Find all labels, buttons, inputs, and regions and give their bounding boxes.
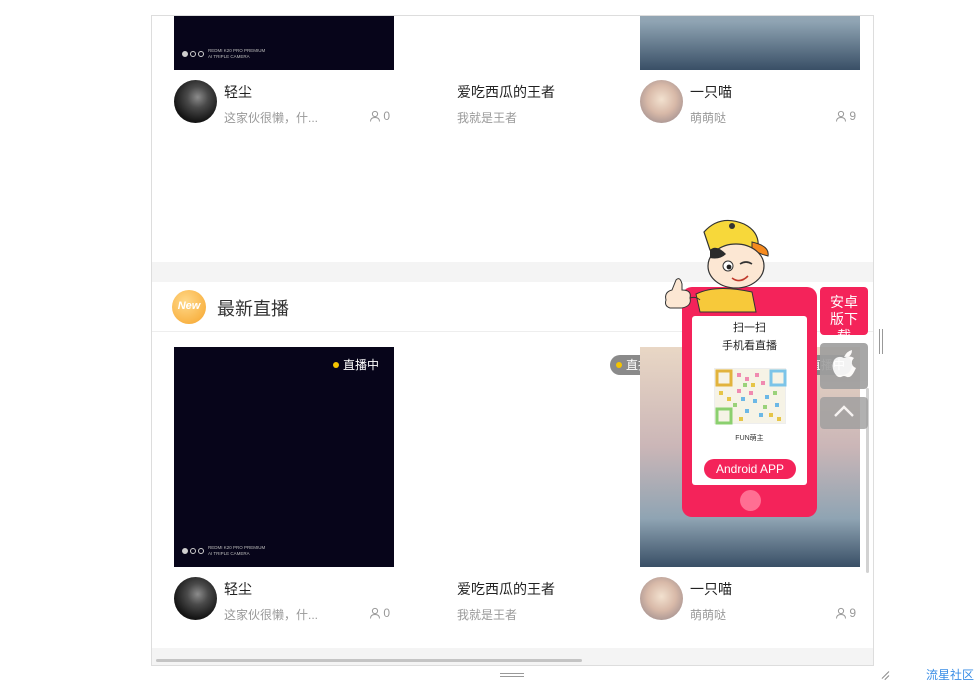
person-icon	[835, 110, 847, 122]
live-badge: 直播中	[327, 355, 386, 375]
app-promo-phone: 扫一扫 手机看直播 FUN萌主 Android APP	[682, 287, 817, 517]
user-description: 萌萌哒	[690, 111, 727, 125]
new-badge: New	[172, 290, 206, 324]
apple-icon	[831, 349, 857, 384]
mascot-illustration	[660, 214, 772, 316]
panel-resize-grip[interactable]	[879, 329, 886, 354]
user-name[interactable]: 轻尘	[224, 579, 252, 599]
user-name[interactable]: 一只喵	[690, 579, 732, 599]
back-to-top-button[interactable]	[820, 397, 868, 429]
android-download-button[interactable]: 安卓版下载	[820, 287, 868, 344]
video-thumbnail[interactable]	[640, 16, 860, 70]
qr-caption: FUN萌主	[735, 435, 764, 442]
avatar[interactable]	[174, 577, 217, 620]
camera-watermark-line: REDMI K20 PRO PREMIUM	[208, 545, 266, 550]
phone-home-button	[740, 490, 761, 511]
viewer-count: 0	[369, 606, 390, 620]
avatar[interactable]	[640, 577, 683, 620]
qr-code	[714, 368, 787, 425]
live-dot-icon	[615, 362, 622, 368]
viewer-count: 9	[835, 109, 856, 123]
user-name[interactable]: 爱吃西瓜的王者	[457, 579, 555, 599]
video-thumbnail[interactable]: REDMI K20 PRO PREMIUM AI TRIPLE CAMERA 直播中	[174, 347, 394, 567]
user-description: 这家伙很懒，什...	[224, 608, 319, 622]
user-name[interactable]: 一只喵	[690, 82, 732, 102]
avatar[interactable]	[174, 80, 217, 123]
section-title[interactable]: 最新直播	[217, 295, 289, 321]
promo-line-watch: 手机看直播	[722, 340, 777, 352]
camera-watermark-line: AI TRIPLE CAMERA	[208, 551, 250, 556]
promo-line-scan: 扫一扫	[733, 322, 766, 334]
user-description: 这家伙很懒，什...	[224, 111, 319, 125]
bottom-resize-grip[interactable]	[500, 673, 524, 680]
camera-watermark-line: REDMI K20 PRO PREMIUM	[208, 48, 266, 53]
corner-resize-handle[interactable]	[877, 668, 890, 680]
android-app-button[interactable]: Android APP	[704, 459, 796, 479]
viewer-count: 9	[835, 606, 856, 620]
apple-download-button[interactable]	[820, 343, 868, 389]
android-download-label: 安卓版下载	[830, 294, 858, 344]
user-name[interactable]: 轻尘	[224, 82, 252, 102]
chevron-up-icon	[832, 403, 856, 424]
card-meta: 轻尘这家伙很懒，什... 0	[174, 577, 394, 622]
phone-screen: 扫一扫 手机看直播 FUN萌主 Android APP	[692, 316, 807, 485]
horizontal-scrollbar[interactable]	[156, 659, 582, 662]
new-badge-label: New	[177, 300, 201, 312]
viewer-count-value: 9	[849, 109, 856, 123]
card-meta: 一只喵萌萌哒 9	[640, 80, 860, 125]
live-dot-icon	[332, 362, 339, 368]
camera-watermark: REDMI K20 PRO PREMIUM AI TRIPLE CAMERA	[182, 48, 265, 60]
card-meta: 一只喵萌萌哒 9	[640, 577, 860, 622]
camera-watermark: REDMI K20 PRO PREMIUM AI TRIPLE CAMERA	[182, 545, 265, 557]
avatar[interactable]	[640, 80, 683, 123]
user-description: 我就是王者	[457, 608, 518, 622]
viewer-count-value: 9	[849, 606, 856, 620]
viewer-count-value: 0	[383, 606, 390, 620]
viewer-count-value: 0	[383, 109, 390, 123]
user-name[interactable]: 爱吃西瓜的王者	[457, 82, 555, 102]
user-description: 我就是王者	[457, 111, 518, 125]
section-separator-bottom	[152, 648, 873, 665]
person-icon	[835, 607, 847, 619]
camera-watermark-line: AI TRIPLE CAMERA	[208, 54, 250, 59]
user-description: 萌萌哒	[690, 608, 727, 622]
person-icon	[369, 607, 381, 619]
footer-community-link[interactable]: 流星社区	[926, 666, 974, 680]
live-label: 直播中	[342, 358, 379, 372]
person-icon	[369, 110, 381, 122]
card-meta: 轻尘这家伙很懒，什... 0	[174, 80, 394, 125]
viewer-count: 0	[369, 109, 390, 123]
video-thumbnail[interactable]: REDMI K20 PRO PREMIUM AI TRIPLE CAMERA	[174, 16, 394, 70]
